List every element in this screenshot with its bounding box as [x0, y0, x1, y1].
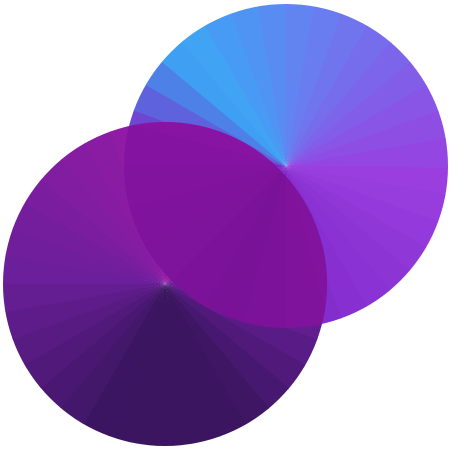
app-icon-stage: [0, 0, 450, 450]
overlapping-circles-logo-icon: [3, 4, 448, 446]
